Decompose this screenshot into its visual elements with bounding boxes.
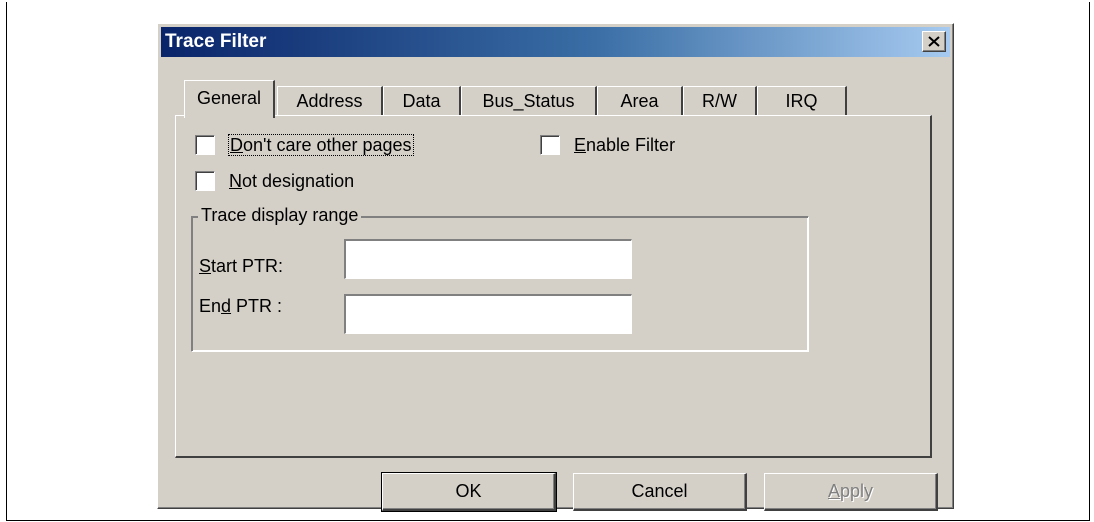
- dont-care-other-pages-label: Don't care other pages: [228, 134, 414, 156]
- tab-general[interactable]: General: [184, 80, 275, 118]
- label-text: on't care other pages: [243, 135, 412, 155]
- tab-area[interactable]: Area: [597, 86, 683, 116]
- tab-label: Bus_Status: [482, 91, 575, 111]
- trace-filter-dialog: Trace Filter General Address Data Bus_St…: [157, 23, 954, 512]
- close-icon: [928, 36, 940, 47]
- mnemonic-letter: E: [574, 135, 587, 155]
- dont-care-other-pages-checkbox[interactable]: [195, 135, 215, 155]
- enable-filter-label: Enable Filter: [574, 134, 675, 156]
- tab-label: Address: [296, 91, 363, 111]
- label-text: pply: [839, 481, 874, 501]
- tab-label: Data: [402, 91, 441, 111]
- label-text: En: [199, 296, 222, 316]
- tab-data[interactable]: Data: [383, 86, 461, 116]
- close-button[interactable]: [922, 31, 946, 52]
- mnemonic-letter: A: [827, 481, 840, 501]
- mnemonic-letter: d: [221, 296, 232, 316]
- label-text: ot designation: [242, 171, 355, 191]
- tab-bus-status[interactable]: Bus_Status: [461, 86, 597, 116]
- tab-label: R/W: [702, 91, 737, 111]
- enable-filter-checkbox[interactable]: [540, 135, 560, 155]
- end-ptr-label: End PTR :: [199, 295, 282, 317]
- trace-display-range-label: Trace display range: [198, 204, 362, 226]
- tab-label: IRQ: [785, 91, 818, 111]
- not-designation-label: Not designation: [229, 170, 354, 192]
- apply-button[interactable]: Apply: [764, 473, 938, 511]
- ok-button[interactable]: OK: [381, 472, 557, 512]
- focus-rectangle: Don't care other pages: [228, 134, 414, 156]
- label-text: nable Filter: [586, 135, 676, 155]
- title-bar[interactable]: Trace Filter: [161, 27, 950, 57]
- end-ptr-input[interactable]: [344, 294, 632, 334]
- tab-irq[interactable]: IRQ: [757, 86, 847, 116]
- tab-address[interactable]: Address: [277, 86, 383, 116]
- cancel-button[interactable]: Cancel: [573, 473, 747, 511]
- start-ptr-label: Start PTR:: [199, 255, 283, 277]
- mnemonic-letter: D: [230, 135, 243, 155]
- label-text: tart PTR:: [211, 256, 284, 276]
- tab-label: Area: [620, 91, 659, 111]
- start-ptr-input[interactable]: [344, 239, 632, 279]
- not-designation-checkbox[interactable]: [195, 171, 215, 191]
- mnemonic-letter: S: [199, 256, 212, 276]
- tab-rw[interactable]: R/W: [683, 86, 757, 116]
- mnemonic-letter: N: [229, 171, 242, 191]
- dialog-title: Trace Filter: [165, 31, 267, 52]
- tab-label: General: [196, 88, 262, 108]
- label-text: PTR :: [231, 296, 283, 316]
